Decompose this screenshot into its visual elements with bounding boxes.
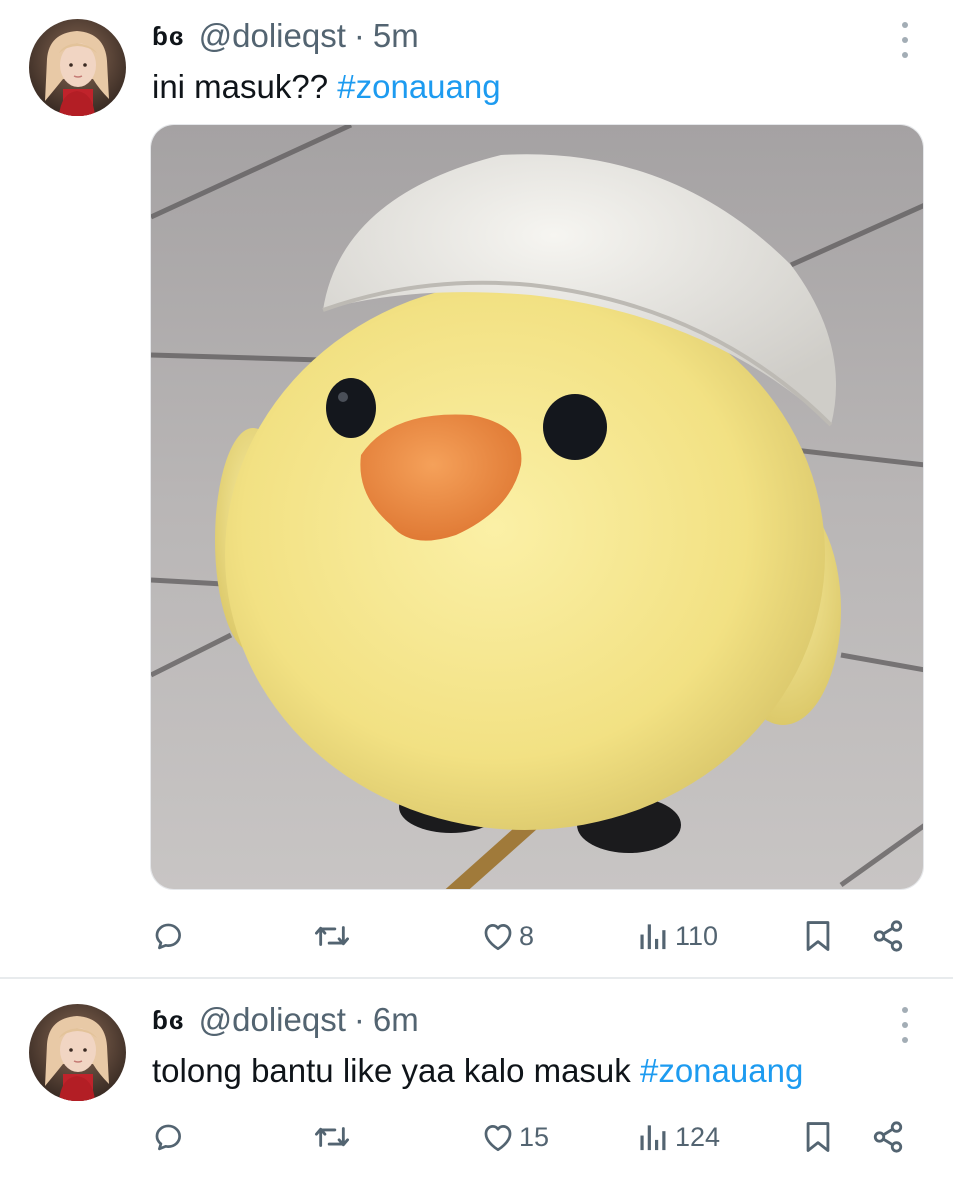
- user-handle[interactable]: @dolieqst: [199, 17, 346, 55]
- timestamp[interactable]: 5m: [373, 17, 419, 55]
- share-button[interactable]: [871, 1112, 905, 1162]
- reply-button[interactable]: [152, 1112, 190, 1162]
- tweet-header: ɓɞ @dolieqst · 6m: [152, 998, 419, 1042]
- like-count: 15: [519, 1121, 550, 1152]
- retweet-icon: [314, 1127, 349, 1147]
- separator-dot: ·: [353, 17, 365, 54]
- like-button[interactable]: 15: [481, 1112, 549, 1162]
- tweet-body: ini masuk??: [152, 68, 338, 105]
- retweet-icon: [314, 926, 349, 946]
- tweet-header: ɓɞ @dolieqst · 5m: [152, 14, 419, 58]
- avatar[interactable]: [29, 1004, 126, 1101]
- bar-chart-icon: [640, 924, 666, 950]
- share-button[interactable]: [871, 911, 905, 961]
- reply-button[interactable]: [152, 911, 190, 961]
- vertical-dots-icon[interactable]: [897, 1007, 913, 1043]
- tweet-text: ini masuk?? #zonauang: [152, 65, 501, 109]
- hashtag-link[interactable]: #zonauang: [337, 68, 500, 105]
- share-icon: [873, 920, 903, 952]
- tweet-media-image[interactable]: [150, 124, 924, 890]
- bookmark-button[interactable]: [803, 911, 833, 961]
- tweet-actions: 15 124: [0, 1112, 953, 1162]
- chick-plush-photo: [151, 125, 923, 889]
- like-button[interactable]: 8: [481, 911, 534, 961]
- bookmark-icon: [806, 1122, 830, 1152]
- bookmark-button[interactable]: [803, 1112, 833, 1162]
- view-count: 124: [675, 1121, 721, 1152]
- bookmark-icon: [806, 921, 830, 951]
- share-icon: [873, 1121, 903, 1153]
- like-count: 8: [519, 920, 535, 951]
- views-button[interactable]: 110: [639, 911, 718, 961]
- tweet[interactable]: ɓɞ @dolieqst · 6m tolong bantu like yaa …: [0, 980, 953, 1200]
- tweet[interactable]: ɓɞ @dolieqst · 5m ini masuk?? #zonauang: [0, 0, 953, 978]
- display-name[interactable]: ɓɞ: [152, 1005, 185, 1036]
- speech-bubble-icon: [155, 1124, 181, 1151]
- retweet-button[interactable]: [313, 911, 355, 961]
- tweet-actions: 8 110: [0, 911, 953, 961]
- view-count: 110: [675, 920, 719, 951]
- retweet-button[interactable]: [313, 1112, 355, 1162]
- heart-icon: [484, 1125, 512, 1152]
- tweet-text: tolong bantu like yaa kalo masuk #zonaua…: [152, 1049, 803, 1093]
- views-button[interactable]: 124: [639, 1112, 720, 1162]
- display-name[interactable]: ɓɞ: [152, 21, 185, 52]
- user-handle[interactable]: @dolieqst: [199, 1001, 346, 1039]
- hashtag-link[interactable]: #zonauang: [640, 1052, 803, 1089]
- speech-bubble-icon: [155, 923, 181, 950]
- avatar[interactable]: [29, 19, 126, 116]
- tweet-body: tolong bantu like yaa kalo masuk: [152, 1052, 640, 1089]
- heart-icon: [484, 924, 512, 951]
- tweet-divider: [0, 977, 953, 979]
- vertical-dots-icon[interactable]: [897, 22, 913, 58]
- timestamp[interactable]: 6m: [373, 1001, 419, 1039]
- bar-chart-icon: [640, 1125, 666, 1151]
- separator-dot: ·: [353, 1001, 365, 1038]
